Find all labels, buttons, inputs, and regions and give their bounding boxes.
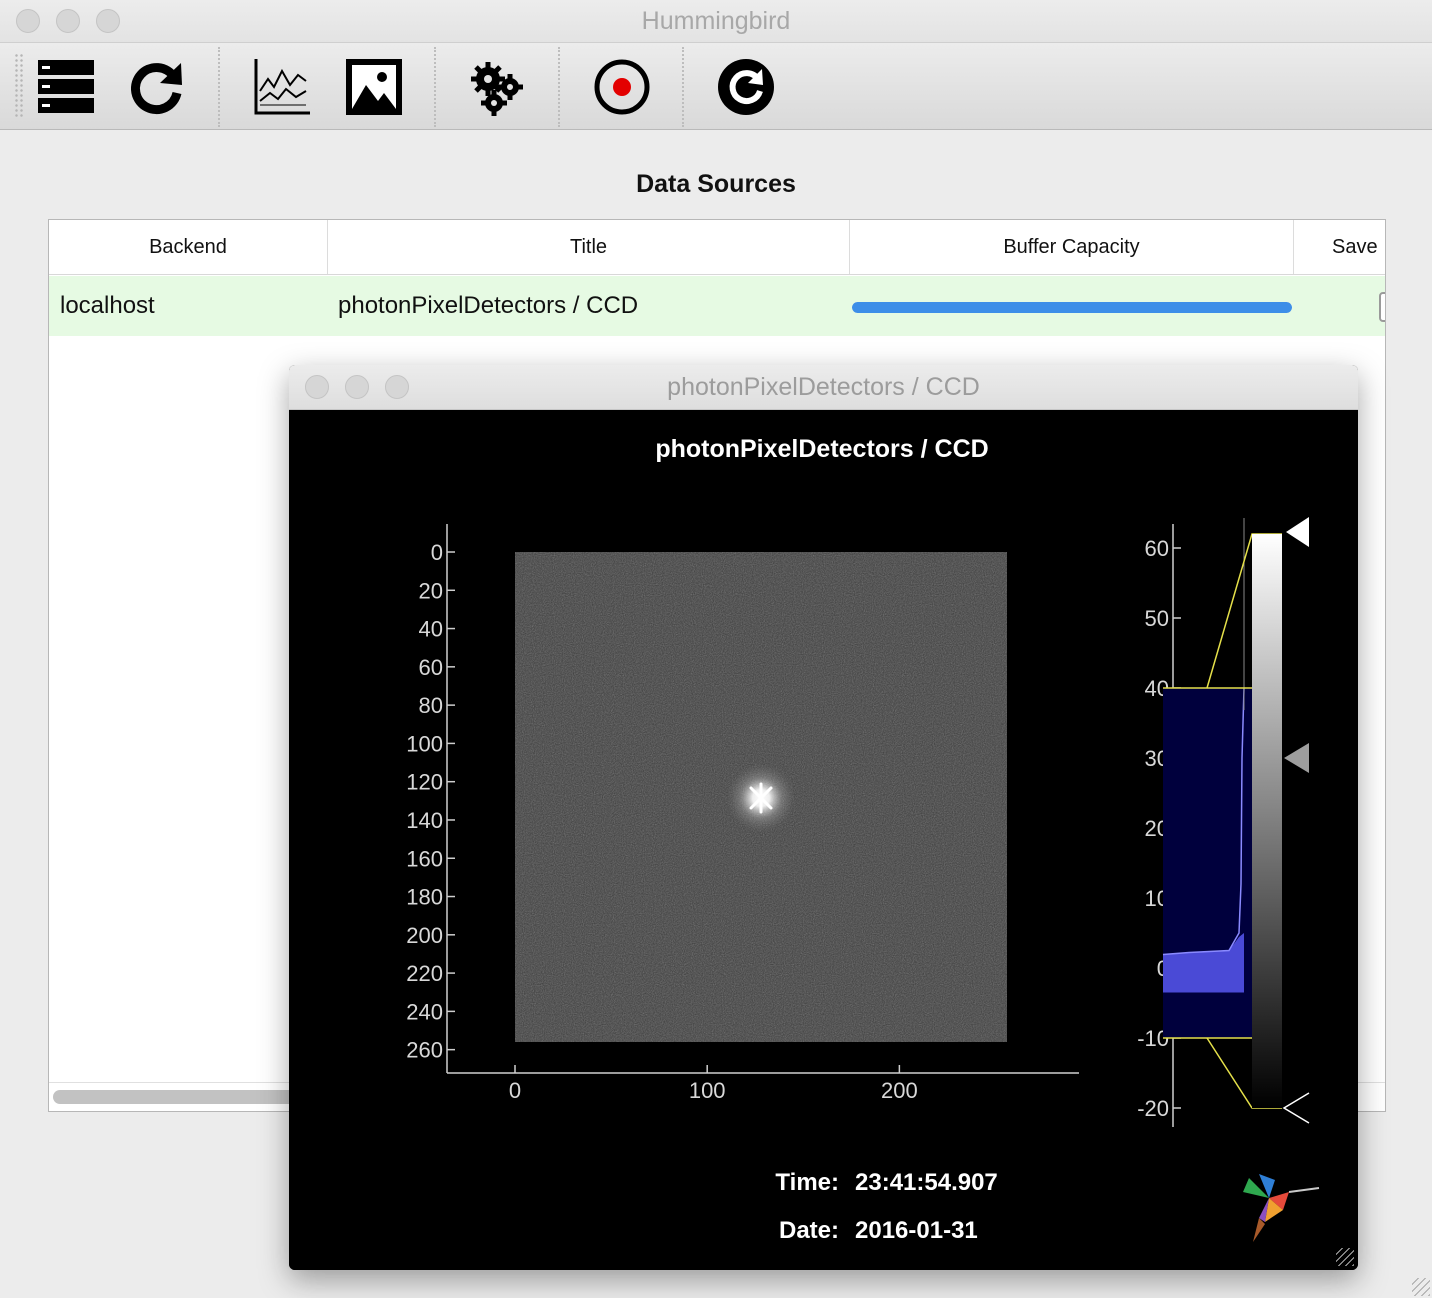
level-min-handle[interactable] — [1282, 1092, 1310, 1124]
table-row[interactable]: localhost photonPixelDetectors / CCD — [49, 276, 1385, 336]
horizontal-scrollbar[interactable] — [53, 1090, 313, 1104]
x-tick-label: 100 — [689, 1078, 726, 1103]
data-sources-heading: Data Sources — [636, 170, 796, 198]
toolbar-separator — [218, 47, 220, 127]
y-tick-label: 220 — [406, 961, 443, 986]
x-tick-label: 200 — [881, 1078, 918, 1103]
viewer-titlebar: photonPixelDetectors / CCD — [289, 365, 1358, 410]
window-title: Hummingbird — [641, 7, 791, 35]
buffer-capacity-fill — [852, 302, 1292, 313]
colorbar-gradient[interactable] — [1252, 534, 1282, 1108]
viewer-close-button[interactable] — [305, 375, 329, 399]
y-tick-label: 60 — [419, 655, 443, 680]
time-value: 23:41:54.907 — [855, 1169, 998, 1196]
colorbar-tick-label: 50 — [1145, 606, 1169, 631]
level-max-handle[interactable] — [1286, 517, 1309, 547]
y-tick-label: 120 — [406, 770, 443, 795]
y-tick-label: 80 — [419, 693, 443, 718]
record-button[interactable] — [590, 55, 654, 119]
viewer-window-title: photonPixelDetectors / CCD — [667, 373, 980, 401]
y-tick-label: 260 — [406, 1038, 443, 1063]
column-header-title[interactable]: Title — [328, 220, 850, 274]
cell-title: photonPixelDetectors / CCD — [338, 292, 639, 319]
reload-icon — [131, 63, 182, 115]
viewer-minimize-button[interactable] — [345, 375, 369, 399]
y-tick-label: 100 — [406, 731, 443, 756]
plot-title: photonPixelDetectors / CCD — [655, 435, 988, 463]
image-plot-icon — [346, 59, 402, 115]
y-tick-label: 140 — [406, 808, 443, 833]
toolbar-separator — [434, 47, 436, 127]
time-label: Time: — [775, 1169, 839, 1196]
y-tick-label: 0 — [431, 540, 443, 565]
line-plot-button[interactable] — [250, 55, 314, 119]
toolbar-grip[interactable] — [14, 53, 24, 117]
plot-area: photonPixelDetectors / CCD 0 20 40 60 80 100 1… — [289, 410, 1358, 1270]
window-titlebar: Hummingbird — [0, 0, 1432, 43]
restore-button[interactable] — [714, 55, 778, 119]
y-tick-label: 240 — [406, 999, 443, 1024]
viewer-resize-grip[interactable] — [1336, 1248, 1354, 1266]
y-tick-label: 200 — [406, 923, 443, 948]
image-plot-button[interactable] — [342, 55, 406, 119]
data-sources-icon — [38, 60, 94, 113]
column-header-buffer-capacity[interactable]: Buffer Capacity — [850, 220, 1294, 274]
settings-icon — [471, 62, 523, 116]
cell-backend: localhost — [60, 292, 155, 319]
close-window-button[interactable] — [16, 9, 40, 33]
x-tick-label: 0 — [509, 1078, 521, 1103]
record-icon — [594, 59, 650, 115]
save-checkbox[interactable] — [1379, 292, 1385, 322]
date-label: Date: — [779, 1217, 839, 1244]
y-tick-label: 180 — [406, 885, 443, 910]
viewer-zoom-button[interactable] — [385, 375, 409, 399]
main-toolbar — [0, 43, 1432, 130]
y-tick-label: 20 — [419, 578, 443, 603]
image-plot[interactable]: photonPixelDetectors / CCD 0 20 40 60 80 100 1… — [289, 410, 1358, 1270]
header-divider — [49, 274, 1385, 275]
line-plot-icon — [254, 59, 310, 115]
data-sources-button[interactable] — [34, 55, 98, 119]
image-viewer-window: photonPixelDetectors / CCD photonPixelDe… — [289, 365, 1358, 1270]
settings-button[interactable] — [466, 55, 530, 119]
colorbar-tick-label: -20 — [1137, 1096, 1169, 1121]
toolbar-separator — [682, 47, 684, 127]
toolbar-separator — [558, 47, 560, 127]
column-header-backend[interactable]: Backend — [49, 220, 328, 274]
y-tick-label: 40 — [419, 617, 443, 642]
buffer-capacity-bar — [852, 302, 1292, 313]
y-tick-label: 160 — [406, 846, 443, 871]
column-header-save[interactable]: Save — [1294, 220, 1385, 274]
restore-icon — [718, 59, 774, 115]
zoom-window-button[interactable] — [96, 9, 120, 33]
window-resize-grip[interactable] — [1412, 1278, 1430, 1296]
level-mid-handle[interactable] — [1284, 743, 1309, 773]
hummingbird-logo — [1243, 1174, 1320, 1242]
date-value: 2016-01-31 — [855, 1217, 978, 1244]
reload-button[interactable] — [125, 55, 189, 119]
colorbar-tick-label: 60 — [1145, 536, 1169, 561]
minimize-window-button[interactable] — [56, 9, 80, 33]
